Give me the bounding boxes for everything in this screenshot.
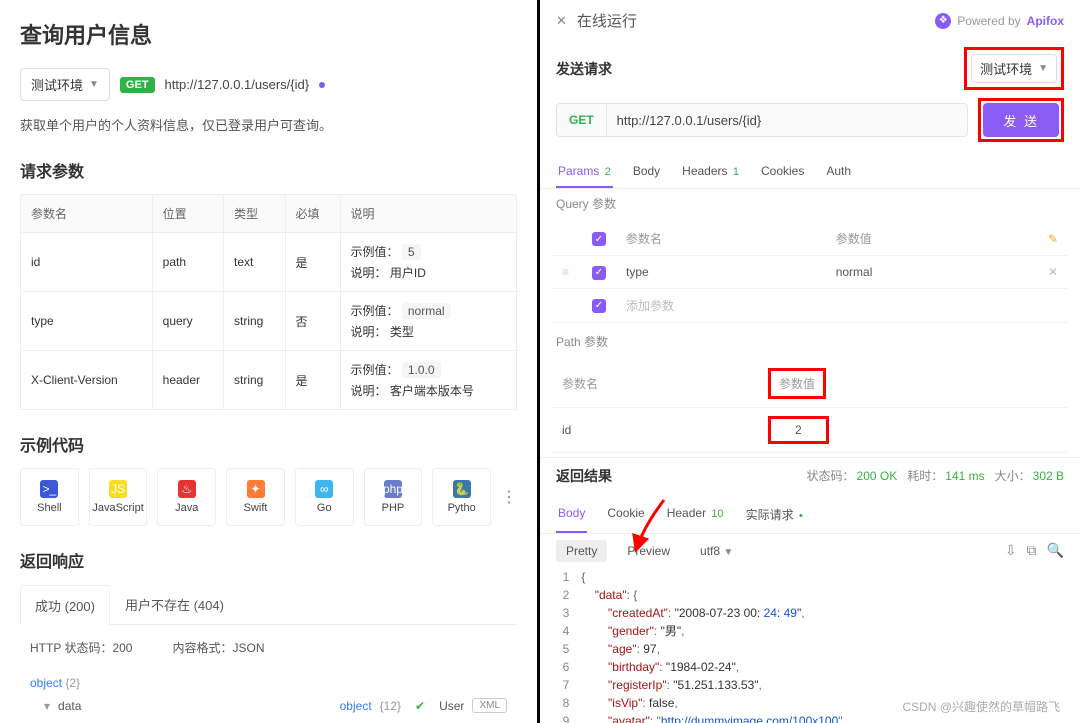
copy-icon[interactable]: ⧉ xyxy=(1027,542,1037,559)
params-table: 参数名 位置 类型 必填 说明 idpathtext是 示例值： 5 说明： 用… xyxy=(20,194,517,410)
view-pretty[interactable]: Pretty xyxy=(556,540,607,562)
search-icon[interactable]: 🔍 xyxy=(1047,542,1064,559)
lang-java[interactable]: ♨Java xyxy=(157,468,216,526)
doc-panel: 查询用户信息 测试环境 ▼ GET http://127.0.0.1/users… xyxy=(0,0,540,723)
url-input-box: GET xyxy=(556,103,968,137)
bulk-edit-icon[interactable]: ✎ xyxy=(1048,232,1058,246)
apifox-logo-icon: ❖ xyxy=(935,13,951,29)
result-tab-Body[interactable]: Body xyxy=(556,498,587,533)
xml-badge[interactable]: XML xyxy=(472,698,507,713)
path-heading: Path 参数 xyxy=(540,327,1080,356)
tab-auth[interactable]: Auth xyxy=(824,156,853,188)
tab-body[interactable]: Body xyxy=(631,156,662,188)
param-row: idpathtext是 示例值： 5 说明： 用户ID xyxy=(21,233,517,292)
run-panel: ✕ 在线运行 ❖ Powered by Apifox 发送请求 测试环境 ▼ G… xyxy=(540,0,1080,723)
watermark: CSDN @兴趣使然的草帽路飞 xyxy=(902,698,1060,715)
add-param-row: ✓ 添加参数 xyxy=(552,288,1068,322)
lang-go[interactable]: ∞Go xyxy=(295,468,354,526)
run-title: 在线运行 xyxy=(577,10,925,31)
method-badge: GET xyxy=(120,77,155,93)
status-dot-icon xyxy=(319,82,325,88)
params-heading: 请求参数 xyxy=(20,158,517,182)
run-env-select[interactable]: 测试环境 ▼ xyxy=(971,54,1057,83)
query-heading: Query 参数 xyxy=(540,189,1080,218)
param-row: X-Client-Versionheaderstring是 示例值： 1.0.0… xyxy=(21,351,517,410)
chevron-down-icon: ▼ xyxy=(89,79,99,90)
path-row: id 2 xyxy=(552,407,1068,452)
chevron-down-icon: ▼ xyxy=(1038,63,1048,74)
download-icon[interactable]: ⇩ xyxy=(1005,542,1017,559)
env-select[interactable]: 测试环境 ▼ xyxy=(20,68,110,101)
method-select[interactable]: GET xyxy=(557,104,607,136)
chevron-down-icon[interactable]: ▾ xyxy=(44,699,50,713)
check-icon: ✔ xyxy=(415,699,425,713)
tab-cookies[interactable]: Cookies xyxy=(759,156,806,188)
response-heading: 返回响应 xyxy=(20,548,517,572)
api-url: http://127.0.0.1/users/{id} xyxy=(165,77,310,92)
result-tab-Header[interactable]: Header 10 xyxy=(665,498,726,533)
send-heading: 发送请求 xyxy=(556,59,964,79)
tab-headers[interactable]: Headers 1 xyxy=(680,156,741,188)
result-tab-实际请求[interactable]: 实际请求 • xyxy=(744,498,805,533)
lang-shell[interactable]: >_Shell xyxy=(20,468,79,526)
lang-php[interactable]: phpPHP xyxy=(364,468,423,526)
brand-link[interactable]: Apifox xyxy=(1027,14,1064,28)
result-heading: 返回结果 xyxy=(556,466,797,486)
checkbox-all[interactable]: ✓ xyxy=(592,232,606,246)
checkbox[interactable]: ✓ xyxy=(592,299,606,313)
param-row: typequerystring否 示例值： normal 说明： 类型 xyxy=(21,292,517,351)
lang-javascript[interactable]: JSJavaScript xyxy=(89,468,148,526)
code-langs: >_ShellJSJavaScript♨Java✦Swift∞GophpPHP🐍… xyxy=(20,468,517,526)
query-row: ≡ ✓ type normal ✕ xyxy=(552,256,1068,289)
url-input[interactable] xyxy=(607,113,968,128)
code-heading: 示例代码 xyxy=(20,432,517,456)
lang-swift[interactable]: ✦Swift xyxy=(226,468,285,526)
encoding-select[interactable]: utf8 ▼ xyxy=(690,540,743,562)
close-icon[interactable]: ✕ xyxy=(556,13,567,29)
result-tab-Cookie[interactable]: Cookie xyxy=(605,498,646,533)
more-langs-icon[interactable]: ⋮ xyxy=(501,487,517,507)
send-button[interactable]: 发 送 xyxy=(983,103,1059,137)
delete-icon[interactable]: ✕ xyxy=(1048,265,1058,279)
drag-handle-icon[interactable]: ≡ xyxy=(562,265,569,279)
checkbox[interactable]: ✓ xyxy=(592,266,606,280)
response-tab-success[interactable]: 成功 (200) xyxy=(20,585,110,625)
tab-params[interactable]: Params 2 xyxy=(556,156,613,188)
lang-pytho[interactable]: 🐍Pytho xyxy=(432,468,491,526)
api-description: 获取单个用户的个人资料信息，仅已登录用户可查询。 xyxy=(20,115,517,134)
api-title: 查询用户信息 xyxy=(20,18,517,50)
view-preview[interactable]: Preview xyxy=(617,540,680,562)
response-tab-notfound[interactable]: 用户不存在 (404) xyxy=(110,584,239,624)
